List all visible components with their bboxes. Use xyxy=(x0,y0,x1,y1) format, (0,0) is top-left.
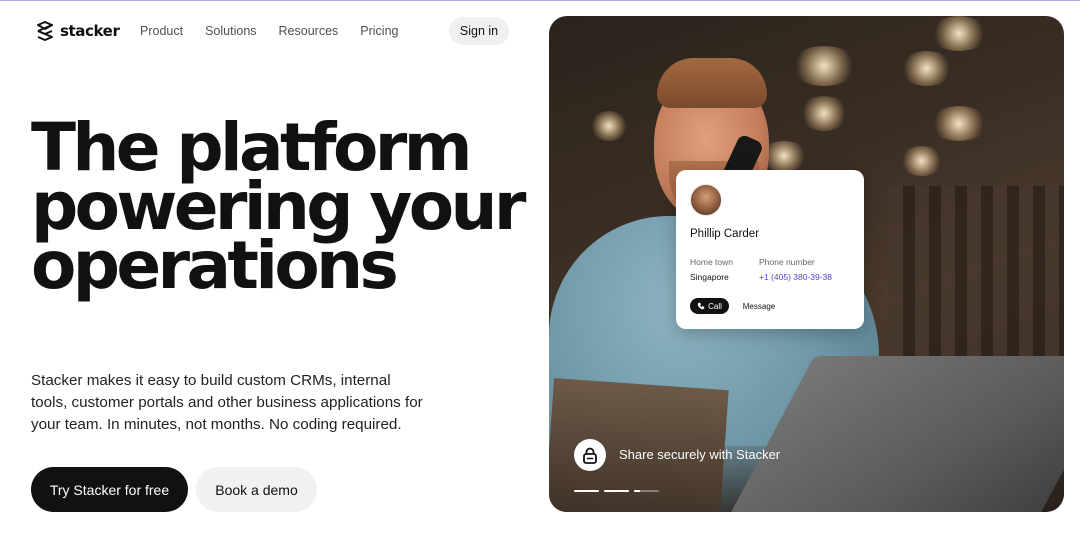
hero-headline: The platform powering your operations xyxy=(31,115,531,299)
bokeh-light xyxy=(799,96,849,131)
nav-item-pricing[interactable]: Pricing xyxy=(360,22,398,40)
book-demo-button[interactable]: Book a demo xyxy=(196,467,317,512)
brand-name: stacker xyxy=(60,22,120,40)
progress-segment[interactable] xyxy=(634,490,659,492)
progress-segment[interactable] xyxy=(574,490,599,492)
contact-card: Phillip Carder Home town Phone number Si… xyxy=(676,170,864,329)
progress-fill xyxy=(634,490,641,492)
hometown-value: Singapore xyxy=(690,272,729,282)
bokeh-light xyxy=(899,146,944,176)
bokeh-light xyxy=(789,46,859,86)
slide-progress[interactable] xyxy=(574,490,659,492)
progress-fill xyxy=(604,490,629,492)
lock-badge xyxy=(574,439,606,471)
sign-in-button[interactable]: Sign in xyxy=(449,17,509,45)
bokeh-light xyxy=(929,106,989,141)
hero-subtext: Stacker makes it easy to build custom CR… xyxy=(31,372,423,433)
bokeh-light xyxy=(929,16,989,51)
bokeh-light xyxy=(899,51,954,86)
nav-item-solutions[interactable]: Solutions xyxy=(205,22,256,40)
try-free-button[interactable]: Try Stacker for free xyxy=(31,467,188,512)
hometown-label: Home town xyxy=(690,257,733,267)
contact-name: Phillip Carder xyxy=(690,228,760,240)
progress-fill xyxy=(574,490,599,492)
nav-item-resources[interactable]: Resources xyxy=(279,22,339,40)
message-button[interactable]: Message xyxy=(736,298,782,314)
bokeh-light xyxy=(589,111,629,141)
top-border xyxy=(0,0,1080,1)
person-hair xyxy=(657,58,767,108)
call-button[interactable]: Call xyxy=(690,298,729,314)
phone-icon xyxy=(697,302,705,310)
avatar xyxy=(690,184,722,216)
call-label: Call xyxy=(708,301,722,311)
phone-value[interactable]: +1 (405) 380-39-38 xyxy=(759,272,832,282)
nav-item-product[interactable]: Product xyxy=(140,22,183,40)
stacker-logo-icon xyxy=(37,21,53,41)
main-nav: Product Solutions Resources Pricing xyxy=(140,22,421,40)
phone-label: Phone number xyxy=(759,257,815,267)
brand-logo[interactable]: stacker xyxy=(36,20,120,42)
background-window xyxy=(889,186,1064,356)
lock-icon xyxy=(583,447,597,464)
slide-caption: Share securely with Stacker xyxy=(619,447,781,462)
progress-segment[interactable] xyxy=(604,490,629,492)
